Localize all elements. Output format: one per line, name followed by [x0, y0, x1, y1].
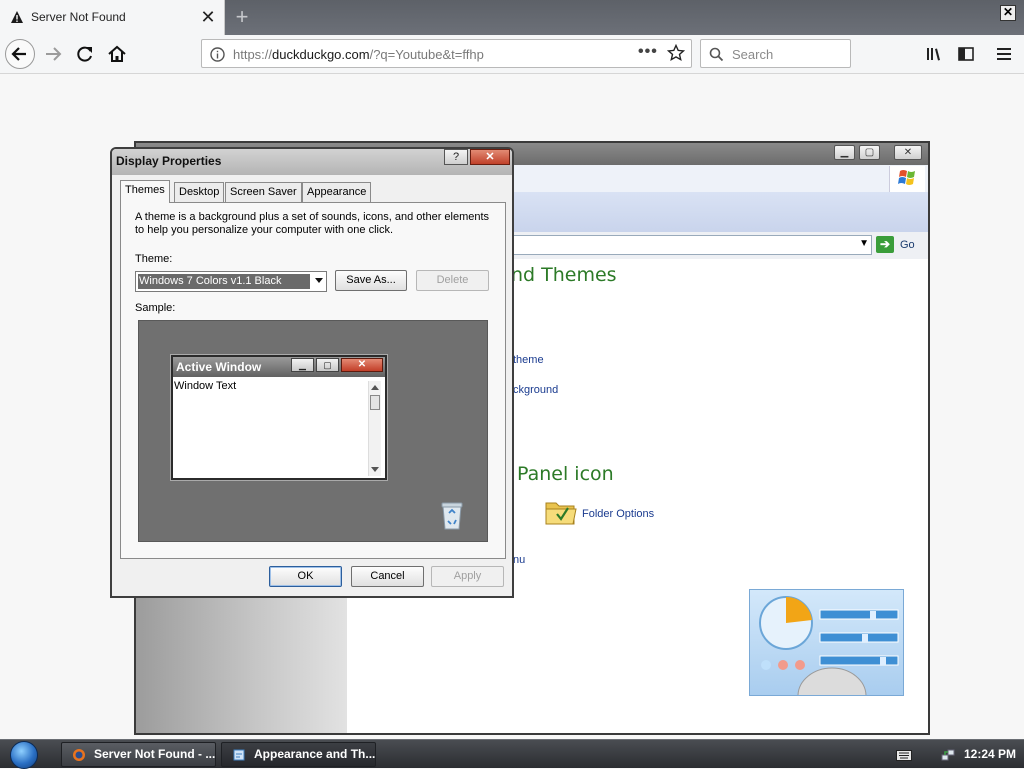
back-arrow-icon [11, 47, 26, 61]
cancel-button[interactable]: Cancel [351, 566, 424, 587]
browser-tab-strip: Server Not Found ✕ + ✕ [0, 0, 1024, 35]
theme-dropdown-value: Windows 7 Colors v1.1 Black [138, 274, 310, 289]
sample-window-titlebar: Active Window ▁ ▢ ✕ [173, 357, 385, 377]
dialog-titlebar[interactable]: Display Properties ? ✕ [112, 149, 512, 175]
tab-desktop[interactable]: Desktop [174, 182, 225, 202]
maximize-button[interactable]: ▢ [859, 145, 880, 160]
link-change-background[interactable]: ckground [513, 384, 558, 396]
delete-button[interactable]: Delete [416, 270, 489, 291]
url-host: duckduckgo.com [272, 47, 370, 62]
url-text: https://duckduckgo.com/?q=Youtube&t=ffhp [233, 47, 484, 62]
keyboard-icon[interactable] [896, 750, 912, 761]
network-icon[interactable] [940, 747, 956, 763]
reload-button[interactable] [70, 39, 100, 69]
warning-icon [11, 11, 23, 23]
browser-tab-server-not-found[interactable]: Server Not Found ✕ [0, 0, 225, 35]
link-folder-options[interactable]: Folder Options [582, 508, 654, 520]
tab-title: Server Not Found [31, 10, 126, 24]
heading-appearance-themes: nd Themes [511, 264, 617, 286]
page-actions-menu-icon[interactable]: ••• [638, 43, 658, 61]
home-icon [108, 45, 126, 62]
display-properties-dialog: Display Properties ? ✕ Themes Desktop Sc… [110, 147, 514, 598]
home-button[interactable] [102, 39, 132, 69]
sample-maximize-icon: ▢ [316, 358, 339, 372]
dialog-close-button[interactable]: ✕ [470, 149, 510, 165]
sidebar-icon[interactable] [957, 45, 975, 63]
window-close-button[interactable]: ✕ [1000, 5, 1016, 21]
system-clock[interactable]: 12:24 PM [964, 747, 1016, 761]
library-icon[interactable] [925, 45, 943, 63]
chevron-down-icon[interactable] [315, 278, 323, 283]
reload-icon [77, 46, 92, 62]
search-icon [709, 47, 724, 62]
hamburger-menu-icon[interactable] [995, 45, 1013, 63]
sample-active-window: Active Window ▁ ▢ ✕ Window Text [171, 355, 387, 480]
theme-label: Theme: [135, 253, 173, 265]
sample-close-icon: ✕ [341, 358, 383, 372]
sample-label: Sample: [135, 302, 176, 314]
sample-minimize-icon: ▁ [291, 358, 314, 372]
scroll-up-icon [371, 385, 379, 390]
heading-control-panel-icon: Panel icon [517, 463, 614, 485]
taskbar-button-label: Appearance and Th... [254, 747, 376, 761]
recycle-bin-icon [441, 502, 463, 530]
tab-appearance[interactable]: Appearance [302, 182, 372, 202]
firefox-icon [73, 749, 85, 761]
go-button-label[interactable]: Go [900, 239, 915, 251]
theme-dropdown[interactable]: Windows 7 Colors v1.1 Black [135, 271, 327, 292]
browser-navigation-bar: https://duckduckgo.com/?q=Youtube&t=ffhp… [0, 35, 1024, 74]
sample-window-text: Window Text [174, 380, 237, 392]
folder-options-icon[interactable] [544, 497, 578, 527]
taskbar: Server Not Found - ... Appearance and Th… [0, 739, 1024, 769]
scroll-down-icon [371, 467, 379, 472]
chevron-down-icon[interactable]: ▼ [859, 238, 869, 249]
appearance-banner-illustration [749, 589, 904, 725]
help-button[interactable]: ? [444, 149, 468, 165]
star-icon[interactable] [667, 44, 685, 62]
minimize-button[interactable]: ▁ [834, 145, 855, 160]
dialog-title: Display Properties [116, 154, 222, 168]
url-prefix: https:// [233, 47, 273, 62]
search-placeholder: Search [732, 47, 774, 62]
link-start-menu[interactable]: nu [513, 554, 525, 566]
go-arrow-icon[interactable]: ➔ [876, 236, 894, 253]
forward-button[interactable] [38, 39, 68, 69]
ok-button[interactable]: OK [269, 566, 342, 587]
new-tab-button[interactable]: + [230, 4, 254, 30]
search-bar[interactable]: Search [700, 39, 851, 68]
tab-screen-saver[interactable]: Screen Saver [225, 182, 302, 202]
url-path: /?q=Youtube&t=ffhp [369, 47, 484, 62]
theme-description: A theme is a background plus a set of so… [135, 211, 490, 236]
sample-window-title: Active Window [176, 360, 262, 374]
forward-arrow-icon [46, 47, 62, 61]
info-icon[interactable] [210, 47, 225, 62]
themes-tab-page: A theme is a background plus a set of so… [120, 202, 506, 559]
taskbar-button-label: Server Not Found - ... [94, 747, 216, 761]
scroll-thumb [370, 395, 380, 410]
back-button[interactable] [5, 39, 35, 69]
tab-close-icon[interactable]: ✕ [199, 7, 217, 27]
apply-button[interactable]: Apply [431, 566, 504, 587]
url-bar[interactable]: https://duckduckgo.com/?q=Youtube&t=ffhp… [201, 39, 692, 68]
control-panel-icon [233, 749, 245, 761]
windows-start-orb[interactable] [10, 741, 38, 769]
theme-sample-preview: Active Window ▁ ▢ ✕ Window Text [138, 320, 488, 542]
taskbar-button-firefox[interactable]: Server Not Found - ... [61, 742, 216, 767]
link-change-theme[interactable]: theme [513, 354, 544, 366]
taskbar-button-appearance[interactable]: Appearance and Th... [221, 742, 376, 767]
windows-flag-icon [889, 166, 925, 192]
close-button[interactable]: ✕ [894, 145, 922, 160]
tab-themes[interactable]: Themes [120, 180, 170, 203]
save-as-button[interactable]: Save As... [335, 270, 407, 291]
sample-scrollbar [368, 381, 381, 476]
